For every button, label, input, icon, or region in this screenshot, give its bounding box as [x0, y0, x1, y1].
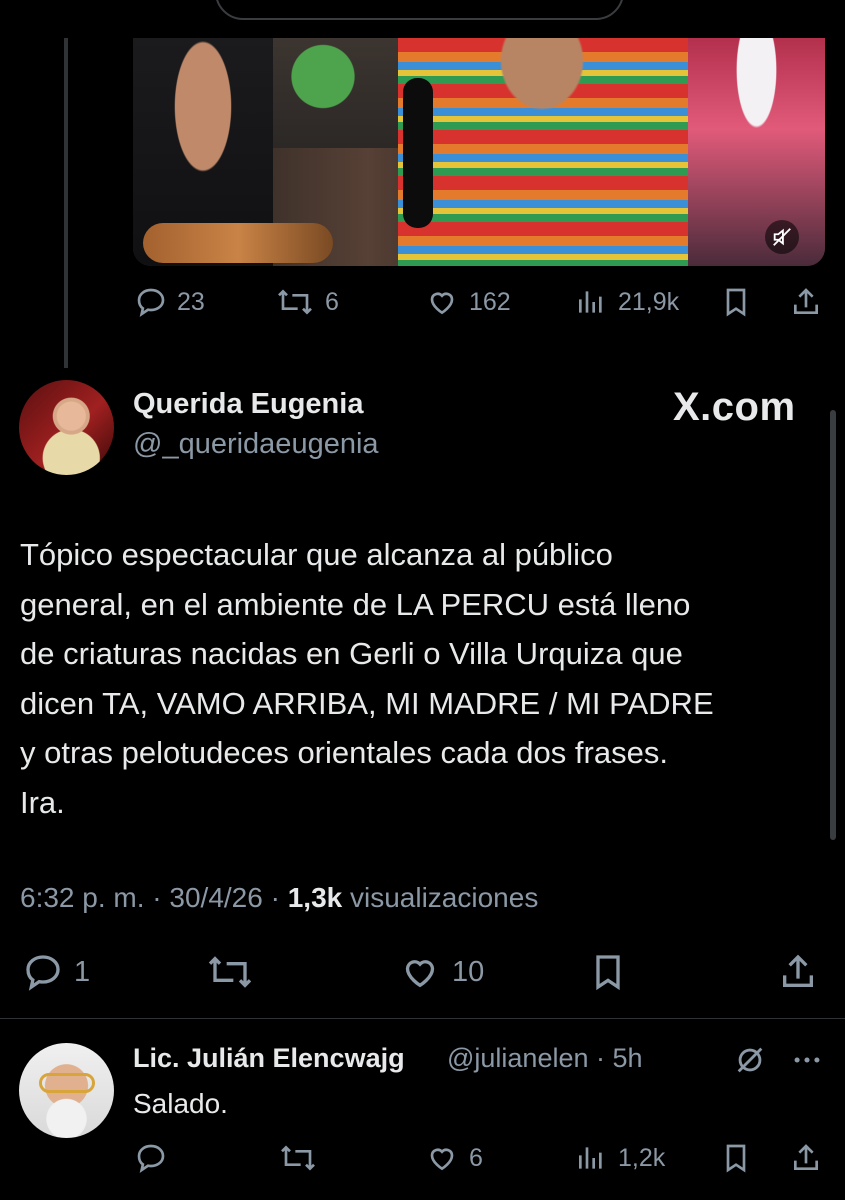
prev-retweet-button[interactable]: 6	[275, 286, 339, 318]
reply-author-handle: @julianelen	[447, 1043, 589, 1073]
tweet-views-label: visualizaciones	[350, 882, 539, 913]
like-button[interactable]: 10	[398, 952, 484, 992]
views-icon	[579, 291, 602, 313]
reply-icon	[137, 288, 165, 317]
like-count: 10	[452, 955, 485, 988]
reply-author-meta[interactable]: @julianelen · 5h	[447, 1043, 643, 1074]
video-person-right	[688, 38, 825, 266]
bookmark-icon	[726, 288, 746, 317]
video-person-center	[398, 38, 718, 266]
reply-views-button[interactable]: 1,2k	[574, 1142, 665, 1174]
author-avatar[interactable]	[19, 380, 114, 475]
prev-retweet-count: 6	[325, 287, 339, 316]
heart-icon	[430, 1148, 454, 1171]
retweet-icon	[281, 1145, 315, 1171]
reply-reply-button[interactable]	[135, 1142, 167, 1174]
reply-icon	[26, 955, 60, 991]
reply-age: 5h	[612, 1043, 643, 1073]
tweet-views-count: 1,3k	[287, 882, 343, 913]
reply-author-avatar[interactable]	[19, 1043, 114, 1138]
prev-like-button[interactable]: 162	[425, 286, 511, 318]
meta-separator: ·	[270, 882, 288, 913]
reply-icon	[137, 1144, 165, 1173]
prev-like-count: 162	[469, 287, 511, 316]
reply-text: Salado.	[133, 1088, 228, 1119]
grok-icon[interactable]	[733, 1043, 767, 1082]
x-com-watermark: X.com	[673, 385, 796, 429]
author-name[interactable]: Querida Eugenia	[133, 388, 363, 421]
meta-separator: ·	[596, 1043, 613, 1073]
reply-button[interactable]: 1	[22, 952, 90, 992]
video-player[interactable]	[133, 38, 825, 266]
thread-connector-line	[64, 38, 68, 368]
scrollbar[interactable]	[830, 410, 836, 840]
retweet-button[interactable]	[205, 952, 255, 992]
prev-bookmark-button[interactable]	[720, 286, 752, 318]
reply-bookmark-button[interactable]	[720, 1142, 752, 1174]
heart-icon	[430, 292, 454, 315]
bookmark-icon	[726, 1144, 746, 1173]
prev-reply-button[interactable]: 23	[135, 286, 205, 318]
reply-like-count: 6	[469, 1143, 483, 1172]
video-microphone	[403, 78, 433, 228]
reply-author-name[interactable]: Lic. Julián Elencwajg	[133, 1043, 405, 1074]
tweet-time[interactable]: 6:32 p. m.	[20, 882, 145, 913]
tweet-meta: 6:32 p. m. · 30/4/26 · 1,3k visualizacio…	[20, 882, 538, 914]
prev-views-count: 21,9k	[618, 287, 680, 316]
author-handle[interactable]: @_queridaeugenia	[133, 428, 379, 461]
prev-share-button[interactable]	[790, 286, 822, 318]
share-icon	[794, 288, 818, 314]
prev-reply-count: 23	[177, 287, 205, 316]
reply-like-button[interactable]: 6	[425, 1142, 483, 1174]
top-status-pill	[215, 0, 624, 20]
video-guitar	[143, 223, 333, 263]
heart-icon	[405, 960, 435, 988]
more-options-icon[interactable]	[790, 1043, 824, 1082]
share-icon	[783, 954, 813, 987]
share-button[interactable]	[778, 952, 818, 992]
video-background-decor	[273, 38, 398, 148]
reply-views-count: 1,2k	[618, 1143, 666, 1172]
reply-share-button[interactable]	[790, 1142, 822, 1174]
reply-retweet-button[interactable]	[278, 1142, 318, 1174]
tweet-text: Tópico espectacular que alcanza al públi…	[20, 537, 714, 820]
tweet-date[interactable]: 30/4/26	[169, 882, 262, 913]
prev-views-button[interactable]: 21,9k	[574, 286, 679, 318]
views-icon	[579, 1147, 602, 1169]
divider	[0, 1018, 845, 1019]
meta-separator: ·	[152, 882, 170, 913]
reply-count: 1	[74, 955, 91, 988]
retweet-icon	[278, 289, 312, 315]
bookmark-icon	[596, 955, 620, 991]
avatar-glasses	[39, 1073, 95, 1093]
retweet-icon	[208, 956, 252, 988]
share-icon	[794, 1144, 818, 1170]
bookmark-button[interactable]	[588, 952, 628, 992]
mute-icon[interactable]	[765, 220, 799, 254]
